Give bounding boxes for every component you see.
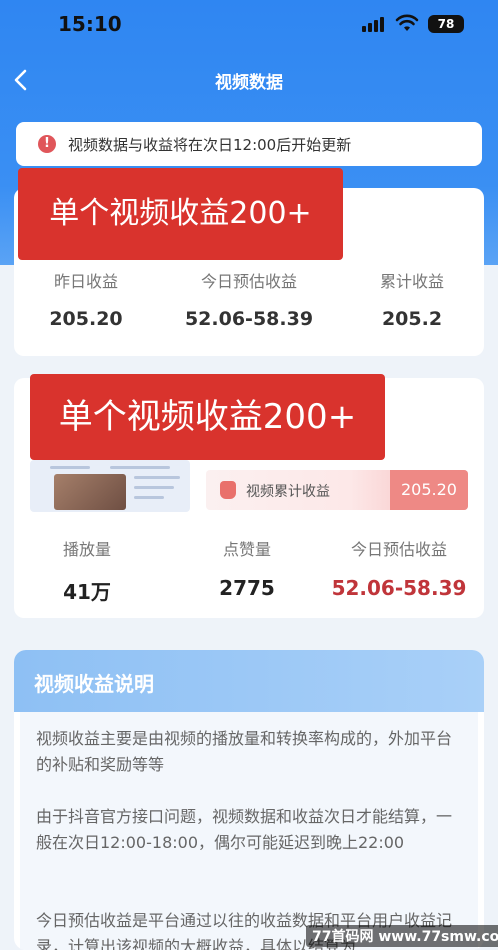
- stat-plays: 播放量 41万: [22, 536, 152, 605]
- promo-banner: 单个视频收益200+: [18, 168, 343, 260]
- stat-today-estimate: 今日预估收益 52.06-58.39: [164, 268, 334, 330]
- thumbnail-image: [54, 474, 126, 510]
- notice-text: 视频数据与收益将在次日12:00后开始更新: [68, 136, 352, 154]
- stat-cumulative: 累计收益 205.2: [352, 268, 472, 330]
- stat-label: 播放量: [62, 540, 111, 559]
- status-time: 15:10: [58, 12, 122, 36]
- stat-value: 205.2: [381, 308, 443, 330]
- promo-banner: 单个视频收益200+: [30, 374, 385, 460]
- status-bar: 15:10 78: [0, 0, 498, 52]
- cumulative-label: 视频累计收益: [246, 484, 330, 500]
- info-paragraph: 视频收益主要是由视频的播放量和转换率构成的，外加平台的补贴和奖励等等: [36, 729, 453, 774]
- stat-label: 累计收益: [379, 272, 444, 291]
- page-title: 视频数据: [215, 73, 283, 93]
- stat-likes: 点赞量 2775: [182, 536, 312, 600]
- cumulative-earnings-bar: 视频累计收益 205.20: [206, 470, 468, 510]
- stat-value: 41万: [63, 580, 111, 604]
- alert-icon: !: [38, 135, 56, 153]
- signal-icon: [362, 16, 386, 32]
- watermark: 77首码网 www.77smw.com: [306, 925, 498, 947]
- earnings-explanation-card: 视频收益说明 视频收益主要是由视频的播放量和转换率构成的，外加平台的补贴和奖励等…: [14, 650, 484, 950]
- video-thumbnail[interactable]: [30, 460, 190, 512]
- stat-label: 点赞量: [222, 540, 271, 559]
- stat-yesterday: 昨日收益 205.20: [26, 268, 146, 330]
- stat-value: 205.20: [49, 308, 123, 330]
- stat-value: 52.06-58.39: [331, 576, 467, 600]
- battery-icon: 78: [428, 15, 464, 33]
- stat-today-estimate: 今日预估收益 52.06-58.39: [324, 536, 474, 600]
- battery-level: 78: [437, 17, 455, 31]
- money-bag-icon: [220, 481, 236, 499]
- update-notice: ! 视频数据与收益将在次日12:00后开始更新: [16, 122, 482, 166]
- stat-label: 昨日收益: [53, 272, 118, 291]
- info-header: 视频收益说明: [14, 650, 484, 712]
- cumulative-value: 205.20: [390, 470, 468, 510]
- stat-value: 2775: [219, 576, 275, 600]
- navigation-bar: 视频数据: [0, 56, 498, 104]
- info-title: 视频收益说明: [34, 672, 154, 696]
- wifi-icon: [395, 14, 419, 31]
- stat-value: 52.06-58.39: [184, 308, 314, 330]
- stat-label: 今日预估收益: [200, 272, 297, 291]
- stat-label: 今日预估收益: [350, 540, 447, 559]
- info-paragraph: 由于抖音官方接口问题，视频数据和收益次日才能结算，一般在次日12:00-18:0…: [36, 807, 453, 852]
- info-body: 视频收益主要是由视频的播放量和转换率构成的，外加平台的补贴和奖励等等 由于抖音官…: [20, 712, 478, 950]
